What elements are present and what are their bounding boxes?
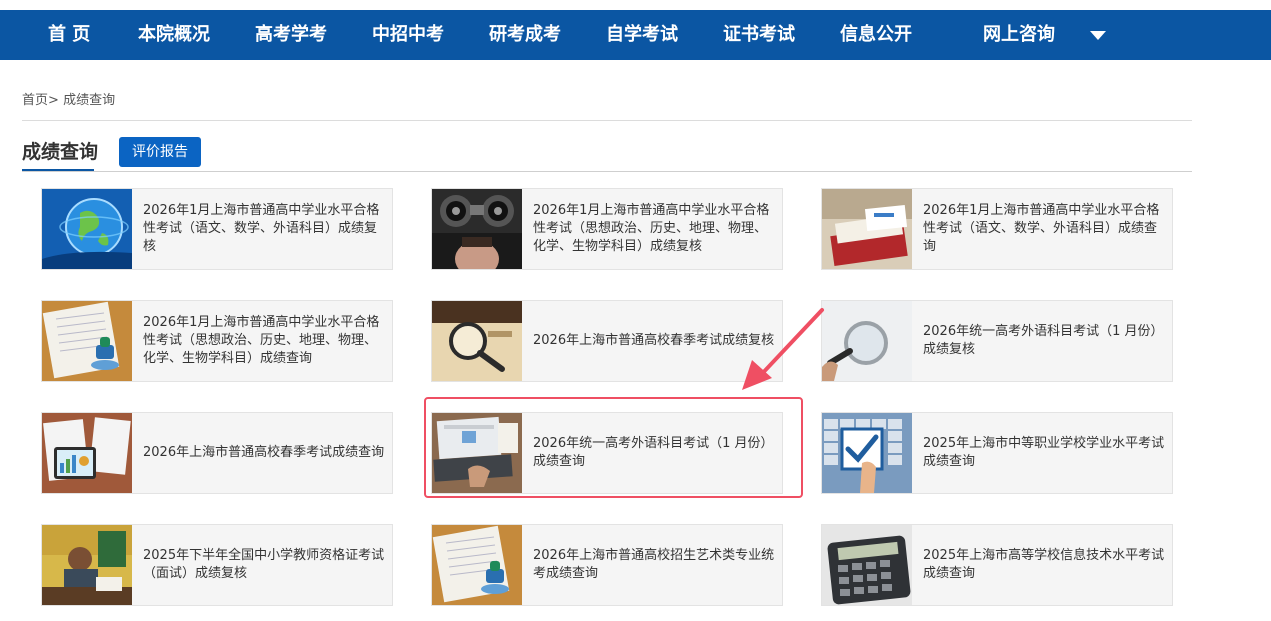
result-card-6[interactable]: 2026年统一高考外语科目考试（1 月份）成绩复核 bbox=[821, 300, 1173, 382]
card-title: 2026年上海市普通高校春季考试成绩复核 bbox=[533, 333, 775, 348]
result-card-4[interactable]: 2026年1月上海市普通高中学业水平合格性考试（思想政治、历史、地理、物理、化学… bbox=[41, 300, 393, 382]
stamp-document-icon bbox=[42, 301, 132, 381]
result-card-5[interactable]: 2026年上海市普通高校春季考试成绩复核 bbox=[431, 300, 783, 382]
result-card-3[interactable]: 2026年1月上海市普通高中学业水平合格性考试（语文、数学、外语科目）成绩查询 bbox=[821, 188, 1173, 270]
calculator-icon bbox=[822, 525, 912, 605]
result-card-11[interactable]: 2026年上海市普通高校招生艺术类专业统考成绩查询 bbox=[431, 524, 783, 606]
nav-certificate[interactable]: 证书考试 bbox=[723, 10, 795, 60]
stamp-document-icon bbox=[432, 525, 522, 605]
chevron-down-icon[interactable] bbox=[1090, 31, 1106, 40]
card-title: 2026年1月上海市普通高中学业水平合格性考试（语文、数学、外语科目）成绩查询 bbox=[923, 203, 1160, 254]
evaluation-report-button[interactable]: 评价报告 bbox=[119, 137, 201, 167]
nav-yankao[interactable]: 研考成考 bbox=[489, 10, 561, 60]
nav-home[interactable]: 首 页 bbox=[48, 10, 90, 60]
magnifier-book-icon bbox=[432, 301, 522, 381]
result-card-12[interactable]: 2025年上海市高等学校信息技术水平考试成绩查询 bbox=[821, 524, 1173, 606]
keyboard-checkbox-icon bbox=[822, 413, 912, 493]
divider bbox=[22, 120, 1192, 121]
breadcrumb-separator: > bbox=[48, 93, 59, 108]
card-title: 2026年统一高考外语科目考试（1 月份）成绩复核 bbox=[923, 324, 1164, 357]
globe-icon bbox=[42, 189, 132, 269]
highlight-box bbox=[424, 397, 803, 498]
card-title: 2026年1月上海市普通高中学业水平合格性考试（语文、数学、外语科目）成绩复核 bbox=[143, 203, 380, 254]
page-title[interactable]: 成绩查询 bbox=[22, 137, 98, 164]
result-card-9[interactable]: 2025年上海市中等职业学校学业水平考试成绩查询 bbox=[821, 412, 1173, 494]
card-title: 2026年1月上海市普通高中学业水平合格性考试（思想政治、历史、地理、物理、化学… bbox=[533, 203, 770, 254]
nav-gaokao[interactable]: 高考学考 bbox=[255, 10, 327, 60]
eye-exam-icon bbox=[432, 189, 522, 269]
nav-zixue[interactable]: 自学考试 bbox=[606, 10, 678, 60]
result-card-1[interactable]: 2026年1月上海市普通高中学业水平合格性考试（语文、数学、外语科目）成绩复核 bbox=[41, 188, 393, 270]
breadcrumb: 首页> 成绩查询 bbox=[22, 89, 115, 108]
student-desk-icon bbox=[42, 525, 132, 605]
nav-zhongzhao[interactable]: 中招中考 bbox=[372, 10, 444, 60]
tab-divider bbox=[22, 171, 1192, 172]
breadcrumb-current: 成绩查询 bbox=[63, 93, 116, 108]
top-nav-bar: 首 页 本院概况 高考学考 中招中考 研考成考 自学考试 证书考试 信息公开 网… bbox=[0, 10, 1271, 60]
nav-online-consult[interactable]: 网上咨询 bbox=[983, 10, 1055, 60]
result-card-7[interactable]: 2026年上海市普通高校春季考试成绩查询 bbox=[41, 412, 393, 494]
magnifying-glass-icon bbox=[822, 301, 912, 381]
nav-about[interactable]: 本院概况 bbox=[138, 10, 210, 60]
card-title: 2026年1月上海市普通高中学业水平合格性考试（思想政治、历史、地理、物理、化学… bbox=[143, 315, 380, 366]
breadcrumb-home[interactable]: 首页 bbox=[22, 93, 48, 108]
card-title: 2025年上海市高等学校信息技术水平考试成绩查询 bbox=[923, 548, 1165, 581]
result-card-10[interactable]: 2025年下半年全国中小学教师资格证考试（面试）成绩复核 bbox=[41, 524, 393, 606]
card-title: 2025年上海市中等职业学校学业水平考试成绩查询 bbox=[923, 436, 1165, 469]
card-title: 2026年上海市普通高校招生艺术类专业统考成绩查询 bbox=[533, 548, 775, 581]
result-card-2[interactable]: 2026年1月上海市普通高中学业水平合格性考试（思想政治、历史、地理、物理、化学… bbox=[431, 188, 783, 270]
nav-info-public[interactable]: 信息公开 bbox=[840, 10, 912, 60]
card-title: 2026年上海市普通高校春季考试成绩查询 bbox=[143, 445, 385, 460]
books-icon bbox=[822, 189, 912, 269]
card-title: 2025年下半年全国中小学教师资格证考试（面试）成绩复核 bbox=[143, 548, 385, 581]
tablet-charts-icon bbox=[42, 413, 132, 493]
